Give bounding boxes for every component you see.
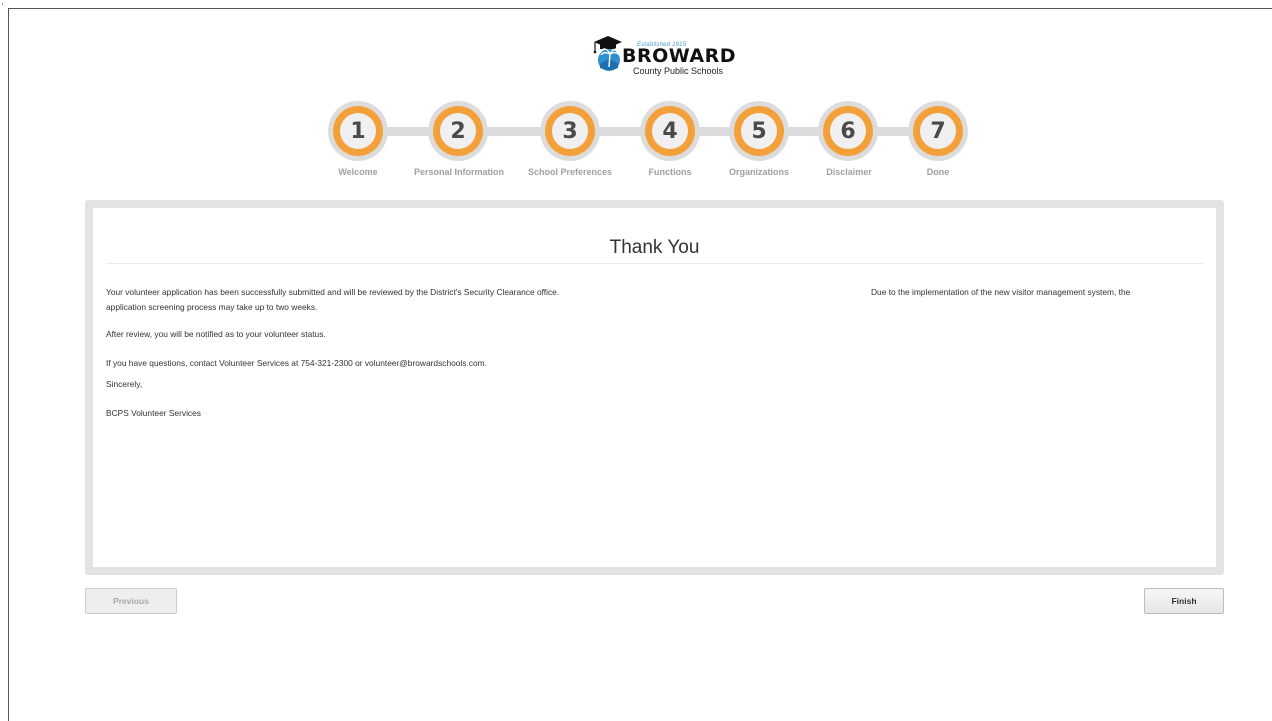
step-number: 7 <box>920 113 956 149</box>
step-6-disclaimer[interactable]: 6 <box>818 101 878 161</box>
step-connector <box>385 127 431 136</box>
step-label-done: Done <box>926 167 950 177</box>
page-title: Thank You <box>609 237 700 258</box>
step-4-functions[interactable]: 4 <box>640 101 700 161</box>
step-number: 2 <box>440 113 476 149</box>
step-7-done[interactable]: 7 <box>908 101 968 161</box>
step-connector <box>876 127 912 136</box>
title-divider <box>106 263 1203 264</box>
step-3-school-preferences[interactable]: 3 <box>540 101 600 161</box>
visitor-management-note: Due to the implementation of the new vis… <box>871 287 1131 297</box>
contact-info-text: If you have questions, contact Volunteer… <box>106 358 487 368</box>
step-5-organizations[interactable]: 5 <box>729 101 789 161</box>
confirmation-text-line2: application screening process may take u… <box>106 302 318 312</box>
step-number: 4 <box>652 113 688 149</box>
step-connector <box>597 127 643 136</box>
step-connector <box>786 127 822 136</box>
step-number: 5 <box>741 113 777 149</box>
confirmation-text-line1: Your volunteer application has been succ… <box>106 287 560 297</box>
review-notice-text: After review, you will be notified as to… <box>106 329 326 339</box>
signature-text: BCPS Volunteer Services <box>106 408 201 418</box>
step-number: 1 <box>340 113 376 149</box>
step-number: 3 <box>552 113 588 149</box>
step-1-welcome[interactable]: 1 <box>328 101 388 161</box>
progress-stepper: 1 2 3 4 5 6 7 Welcome Personal Informati… <box>0 0 1272 190</box>
previous-button[interactable]: Previous <box>85 588 177 614</box>
closing-text: Sincerely, <box>106 379 143 389</box>
step-2-personal-information[interactable]: 2 <box>428 101 488 161</box>
step-number: 6 <box>830 113 866 149</box>
step-connector <box>485 127 543 136</box>
content-panel-body: Thank You Your volunteer application has… <box>93 208 1216 567</box>
finish-button[interactable]: Finish <box>1144 588 1224 614</box>
content-panel: Thank You Your volunteer application has… <box>85 200 1224 575</box>
step-connector <box>697 127 733 136</box>
